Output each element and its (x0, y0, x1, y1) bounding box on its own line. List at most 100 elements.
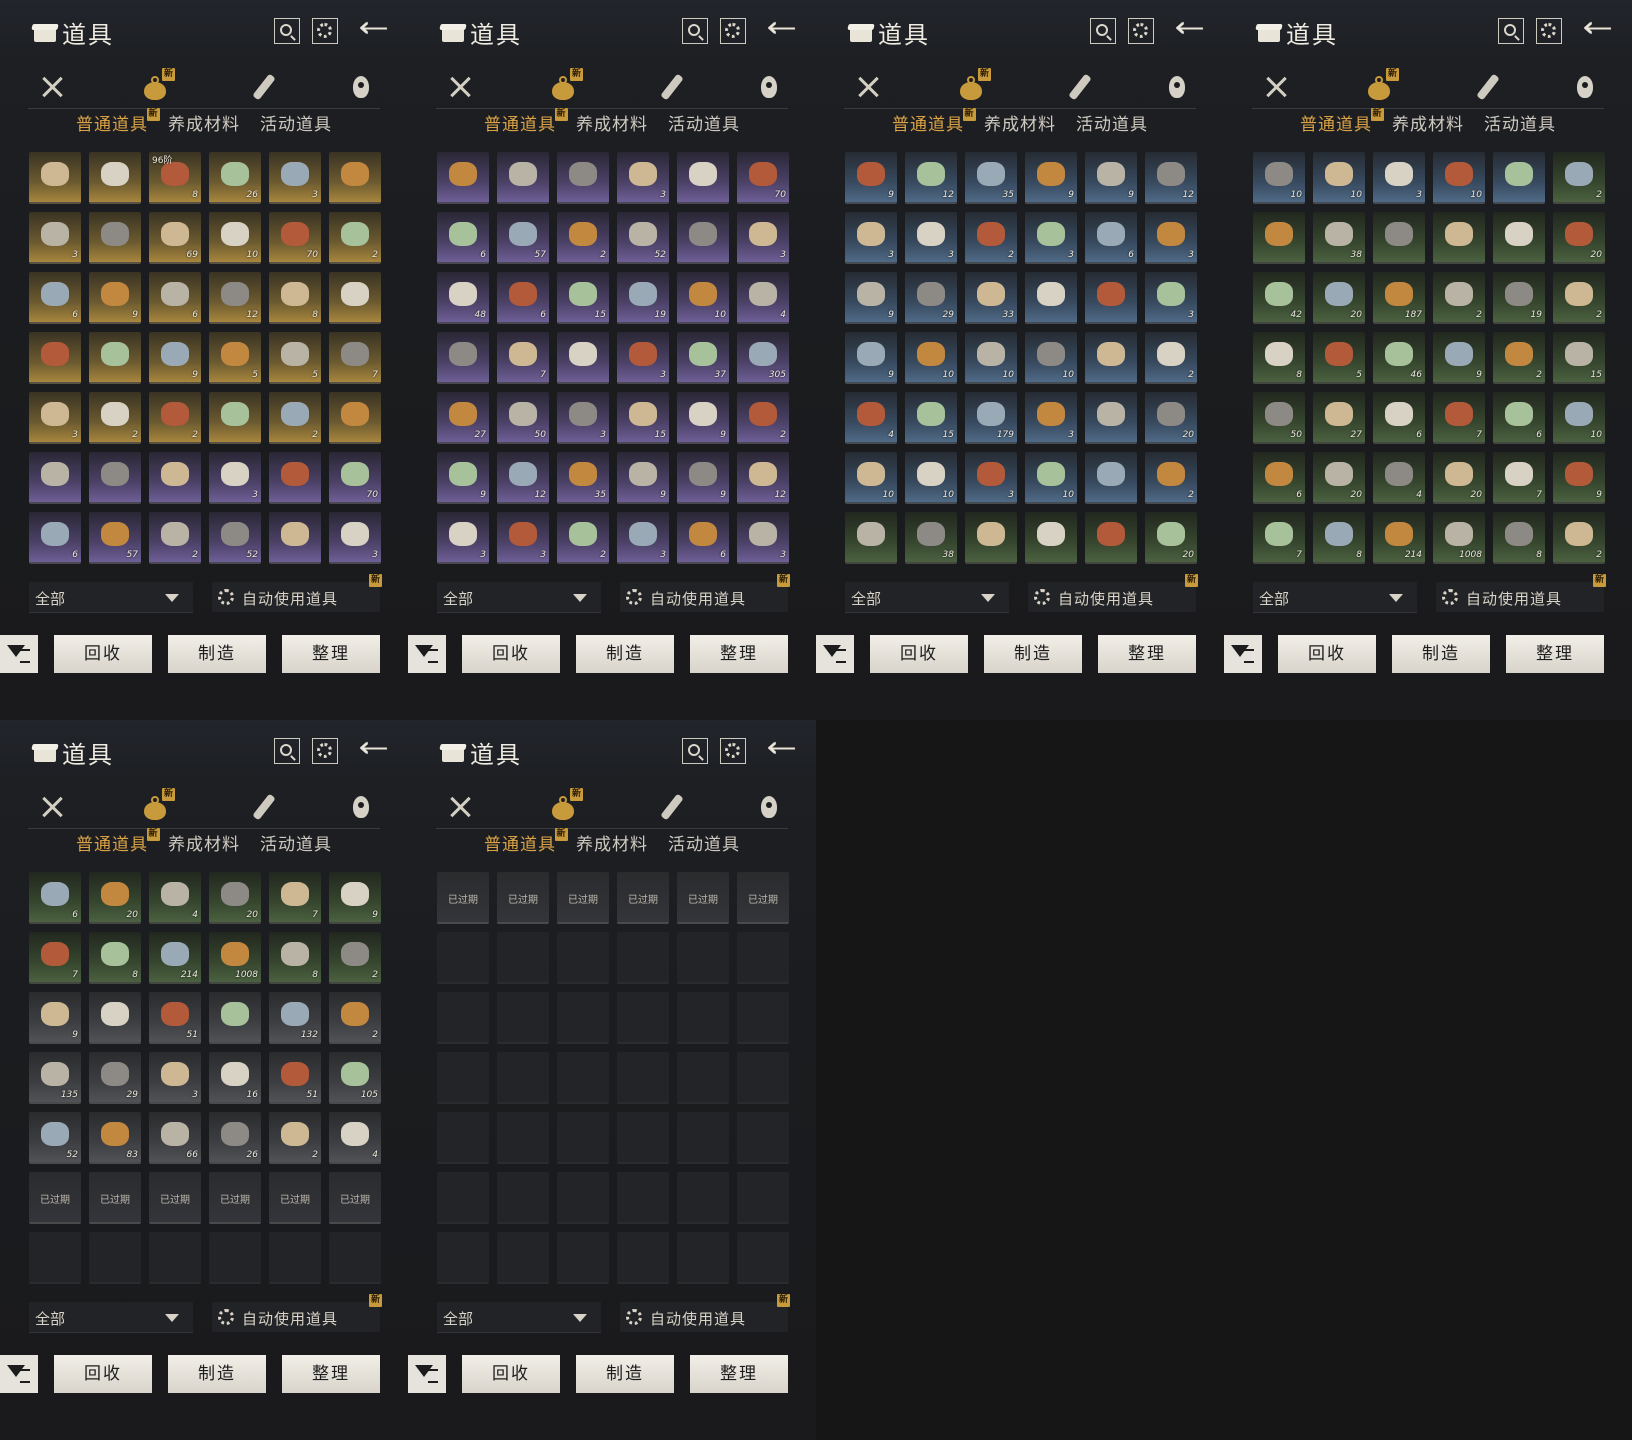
item-slot[interactable]: 3 (497, 512, 549, 564)
item-slot[interactable]: 179 (965, 392, 1017, 444)
item-slot[interactable]: 9 (677, 392, 729, 444)
bag-icon[interactable]: 新 (956, 68, 991, 102)
item-slot[interactable]: 2 (329, 992, 381, 1044)
scroll-icon[interactable] (656, 72, 686, 102)
settings-button[interactable] (1536, 18, 1562, 44)
item-slot[interactable]: 20 (1313, 272, 1365, 324)
item-slot[interactable]: 4 (149, 872, 201, 924)
search-button[interactable] (1498, 18, 1524, 44)
item-slot[interactable]: 46 (1373, 332, 1425, 384)
tab-event-items[interactable]: 活动道具 (260, 830, 332, 860)
item-slot[interactable]: 3 (269, 152, 321, 204)
item-slot[interactable]: 8 (1253, 332, 1305, 384)
item-slot[interactable]: 6 (1253, 452, 1305, 504)
item-slot[interactable] (329, 272, 381, 324)
item-slot[interactable]: 305 (737, 332, 789, 384)
back-button[interactable]: ‹‹— (766, 10, 810, 44)
gem-icon[interactable] (754, 72, 784, 102)
item-slot[interactable]: 214 (149, 932, 201, 984)
item-slot[interactable]: 12 (497, 452, 549, 504)
tab-event-items[interactable]: 活动道具 (260, 110, 332, 140)
item-slot[interactable] (89, 332, 141, 384)
item-slot[interactable] (1085, 512, 1137, 564)
item-slot[interactable]: 20 (1433, 452, 1485, 504)
sort-button[interactable]: 整理 (282, 635, 380, 673)
item-slot[interactable]: 105 (329, 1052, 381, 1104)
item-slot[interactable] (149, 452, 201, 504)
settings-button[interactable] (720, 18, 746, 44)
item-slot[interactable] (89, 212, 141, 264)
item-slot[interactable]: 9 (149, 332, 201, 384)
item-slot[interactable]: 5 (1313, 332, 1365, 384)
item-slot[interactable]: 2 (269, 392, 321, 444)
scroll-icon[interactable] (248, 72, 278, 102)
tab-growth-materials[interactable]: 养成材料 (576, 830, 648, 860)
item-slot[interactable]: 10 (1025, 452, 1077, 504)
item-slot[interactable]: 4 (737, 272, 789, 324)
item-slot[interactable]: 2 (329, 932, 381, 984)
filter-dropdown[interactable]: 全部 (845, 582, 1009, 613)
craft-button[interactable]: 制造 (576, 1355, 674, 1393)
back-button[interactable]: ‹‹— (1582, 10, 1626, 44)
item-slot[interactable]: 33 (965, 272, 1017, 324)
search-button[interactable] (1090, 18, 1116, 44)
filter-dropdown[interactable]: 全部 (437, 582, 601, 613)
item-slot[interactable]: 已过期 (497, 872, 549, 924)
sort-button[interactable]: 整理 (1098, 635, 1196, 673)
settings-button[interactable] (312, 18, 338, 44)
item-slot[interactable]: 2 (269, 1112, 321, 1164)
item-slot[interactable]: 4 (1373, 452, 1425, 504)
item-slot[interactable]: 10 (1253, 152, 1305, 204)
item-slot[interactable]: 4 (845, 392, 897, 444)
item-slot[interactable]: 8 (1493, 512, 1545, 564)
item-slot[interactable]: 9 (845, 332, 897, 384)
item-slot[interactable]: 9 (437, 452, 489, 504)
item-slot[interactable]: 6 (437, 212, 489, 264)
item-slot[interactable]: 15 (1553, 332, 1605, 384)
tab-normal-items[interactable]: 普通道具新 (484, 108, 568, 140)
item-slot[interactable]: 9 (329, 872, 381, 924)
item-slot[interactable]: 10 (1025, 332, 1077, 384)
item-slot[interactable] (497, 152, 549, 204)
tab-normal-items[interactable]: 普通道具新 (892, 108, 976, 140)
item-slot[interactable]: 15 (617, 392, 669, 444)
item-slot[interactable]: 6 (29, 512, 81, 564)
item-slot[interactable]: 35 (965, 152, 1017, 204)
item-slot[interactable]: 3 (965, 452, 1017, 504)
item-slot[interactable] (29, 152, 81, 204)
item-slot[interactable]: 2 (1433, 272, 1485, 324)
recycle-button[interactable]: 回收 (54, 635, 152, 673)
item-slot[interactable] (1085, 452, 1137, 504)
scroll-icon[interactable] (1472, 72, 1502, 102)
craft-button[interactable]: 制造 (1392, 635, 1490, 673)
swords-icon[interactable] (446, 72, 476, 102)
item-slot[interactable]: 7 (1493, 452, 1545, 504)
item-slot[interactable]: 2 (149, 512, 201, 564)
tab-event-items[interactable]: 活动道具 (668, 830, 740, 860)
bag-icon[interactable]: 新 (140, 68, 175, 102)
item-slot[interactable] (437, 152, 489, 204)
tab-normal-items[interactable]: 普通道具新 (76, 108, 160, 140)
item-slot[interactable]: 38 (1313, 212, 1365, 264)
item-slot[interactable]: 20 (1313, 452, 1365, 504)
item-slot[interactable]: 3 (209, 452, 261, 504)
item-slot[interactable] (1085, 392, 1137, 444)
item-slot[interactable]: 8 (89, 932, 141, 984)
item-slot[interactable]: 已过期 (89, 1172, 141, 1224)
item-slot[interactable]: 132 (269, 992, 321, 1044)
item-slot[interactable]: 69 (149, 212, 201, 264)
item-slot[interactable]: 9 (1433, 332, 1485, 384)
back-button[interactable]: ‹‹— (1174, 10, 1218, 44)
item-slot[interactable]: 37 (677, 332, 729, 384)
search-button[interactable] (682, 738, 708, 764)
item-slot[interactable]: 3 (29, 212, 81, 264)
item-slot[interactable]: 52 (617, 212, 669, 264)
item-slot[interactable]: 2 (557, 212, 609, 264)
filter-icon[interactable] (816, 635, 854, 673)
item-slot[interactable] (89, 992, 141, 1044)
item-slot[interactable]: 10 (677, 272, 729, 324)
item-slot[interactable]: 3 (905, 212, 957, 264)
tab-growth-materials[interactable]: 养成材料 (576, 110, 648, 140)
swords-icon[interactable] (1262, 72, 1292, 102)
item-slot[interactable]: 9 (617, 452, 669, 504)
